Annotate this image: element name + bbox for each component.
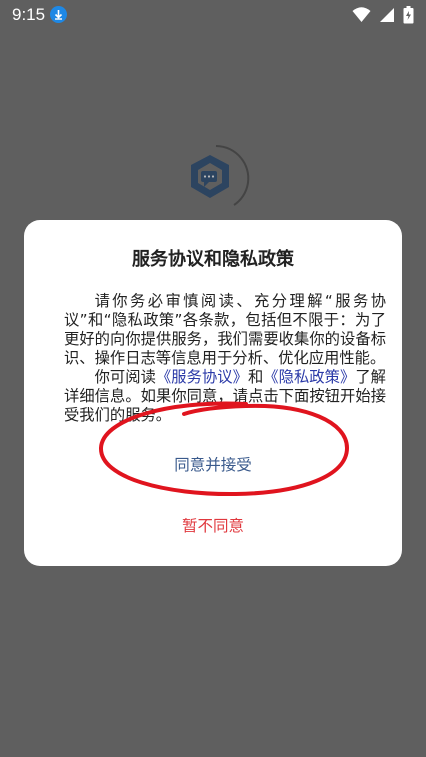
paragraph-2-prefix: 你可阅读 [94, 368, 156, 386]
service-agreement-link[interactable]: 《服务协议》 [156, 368, 248, 386]
battery-charging-icon [403, 6, 414, 24]
wifi-icon [352, 7, 371, 22]
app-logo [180, 142, 252, 214]
privacy-policy-link[interactable]: 《隐私政策》 [263, 368, 355, 386]
status-bar: 9:15 [0, 0, 426, 30]
dialog-title: 服务协议和隐私政策 [132, 249, 294, 270]
download-icon [50, 6, 67, 23]
reject-button[interactable]: 暂不同意 [24, 512, 402, 540]
paragraph-2-and: 和 [247, 368, 264, 386]
accept-button[interactable]: 同意并接受 [24, 451, 402, 479]
system-icons [349, 6, 414, 24]
dialog-paragraph-1: 请你务必审慎阅读、充分理解“服务协议”和“隐私政策”各条款，包括但不限于：为了更… [64, 292, 386, 367]
status-time: 9:15 [12, 5, 46, 24]
dialog-body: 请你务必审慎阅读、充分理解“服务协议”和“隐私政策”各条款，包括但不限于：为了更… [64, 292, 386, 425]
privacy-policy-dialog: 服务协议和隐私政策 请你务必审慎阅读、充分理解“服务协议”和“隐私政策”各条款，… [24, 220, 402, 566]
signal-icon [379, 8, 394, 22]
chat-hexagon-logo-icon [191, 144, 250, 206]
dialog-paragraph-2: 你可阅读《服务协议》和《隐私政策》了解详细信息。如果你同意，请点击下面按钮开始接… [64, 368, 386, 425]
